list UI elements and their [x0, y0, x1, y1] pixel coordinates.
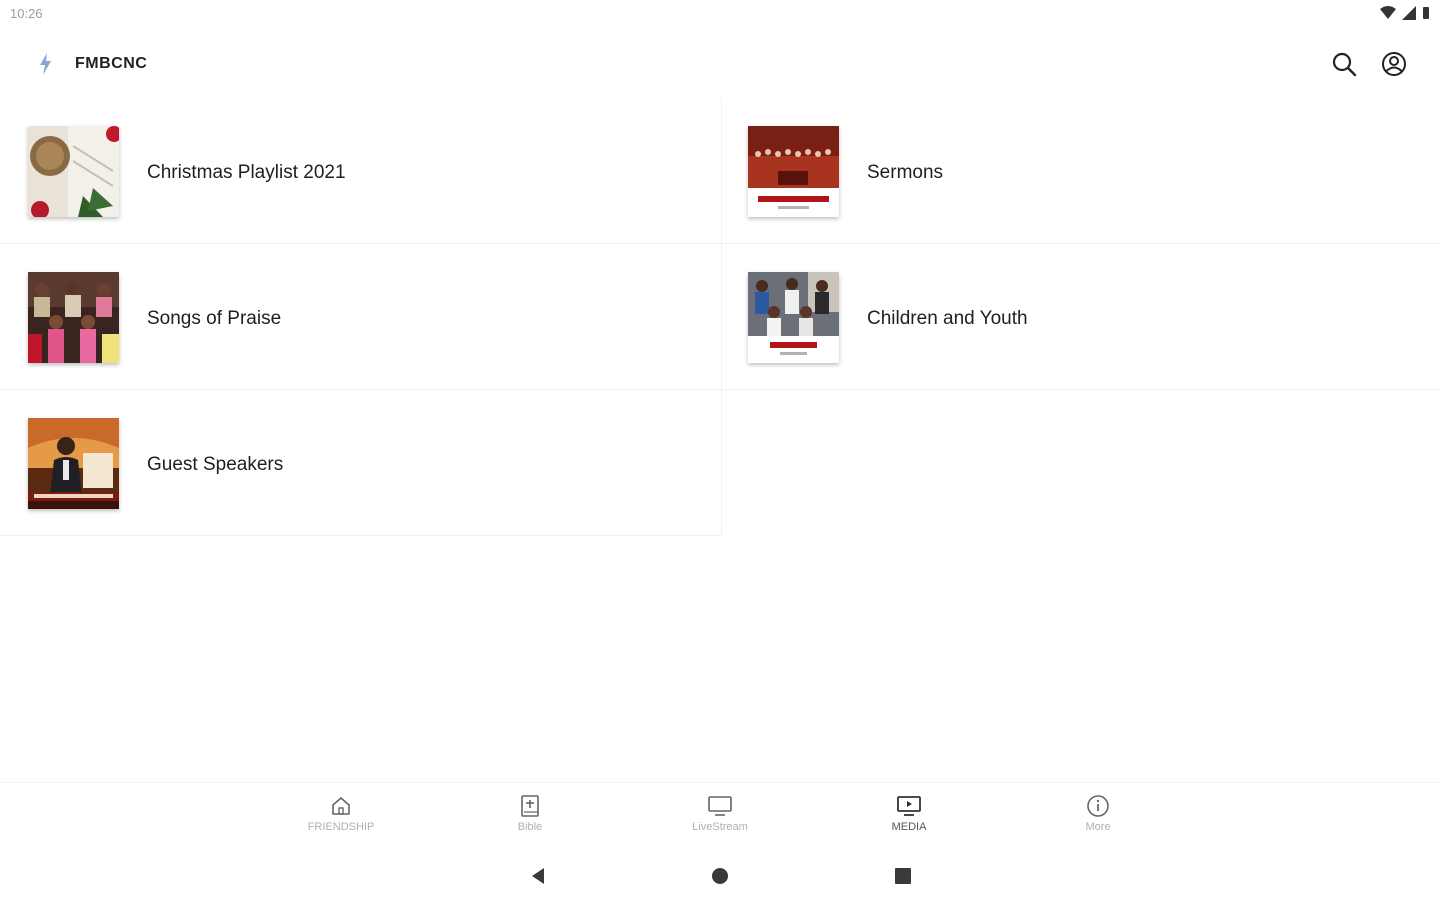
bolt-logo-icon: [40, 53, 51, 75]
media-player-icon: [897, 796, 921, 816]
battery-icon: [1423, 7, 1429, 19]
choir-image: [28, 272, 119, 363]
media-item-label: Christmas Playlist 2021: [147, 162, 346, 183]
media-item-guest-speakers[interactable]: Guest Speakers: [0, 390, 722, 536]
nav-label: FRIENDSHIP: [307, 821, 375, 833]
christmas-playlist-thumbnail: [28, 126, 119, 217]
bible-icon: [521, 795, 539, 817]
nav-friendship[interactable]: FRIENDSHIP: [281, 793, 401, 833]
nav-label: MEDIA: [891, 821, 927, 833]
bottom-nav: FRIENDSHIP Bible LiveStream MEDIA More: [0, 782, 1440, 847]
nav-label: LiveStream: [692, 821, 748, 833]
account-icon: [1382, 52, 1406, 76]
nav-label: More: [1085, 821, 1111, 833]
nav-livestream[interactable]: LiveStream: [660, 793, 780, 833]
songs-of-praise-thumbnail: [28, 272, 119, 363]
status-time: 10:26: [10, 6, 43, 21]
recents-button[interactable]: [889, 862, 917, 890]
nav-bible[interactable]: Bible: [470, 793, 590, 833]
home-button[interactable]: [706, 862, 734, 890]
account-button[interactable]: [1380, 50, 1408, 78]
sunday-worship-image: [748, 126, 839, 217]
media-item-children-and-youth[interactable]: Children and Youth: [722, 244, 1440, 390]
children-and-youth-thumbnail: [748, 272, 839, 363]
home-circle-icon: [712, 868, 728, 884]
media-item-christmas-playlist[interactable]: Christmas Playlist 2021: [0, 98, 722, 244]
back-button[interactable]: [524, 862, 552, 890]
media-item-songs-of-praise[interactable]: Songs of Praise: [0, 244, 722, 390]
christmas-ornaments-image: [28, 126, 119, 217]
search-icon: [1332, 52, 1357, 77]
system-nav-bar: [0, 852, 1440, 900]
nav-more[interactable]: More: [1038, 793, 1158, 833]
search-button[interactable]: [1330, 50, 1358, 78]
back-triangle-icon: [532, 868, 544, 884]
nav-media[interactable]: MEDIA: [849, 793, 969, 833]
status-icons: [1380, 6, 1430, 20]
media-item-label: Children and Youth: [867, 308, 1028, 329]
media-item-label: Songs of Praise: [147, 308, 282, 329]
speaker-image: [28, 418, 119, 509]
app-title: FMBCNC: [75, 55, 148, 72]
nav-label: Bible: [517, 821, 543, 833]
monitor-icon: [708, 796, 732, 816]
status-bar: 10:26: [0, 0, 1440, 28]
guest-speakers-thumbnail: [28, 418, 119, 509]
home-icon: [332, 797, 350, 815]
signal-icon: [1402, 6, 1416, 20]
wifi-icon: [1380, 6, 1396, 19]
info-icon: [1087, 795, 1109, 817]
media-item-sermons[interactable]: Sermons: [722, 98, 1440, 244]
app-actions: [1330, 50, 1408, 78]
recents-square-icon: [895, 868, 911, 884]
app-bar: FMBCNC: [0, 36, 1440, 92]
children-youth-image: [748, 272, 839, 363]
sermons-thumbnail: [748, 126, 839, 217]
media-item-label: Guest Speakers: [147, 454, 284, 475]
media-item-label: Sermons: [867, 162, 944, 183]
